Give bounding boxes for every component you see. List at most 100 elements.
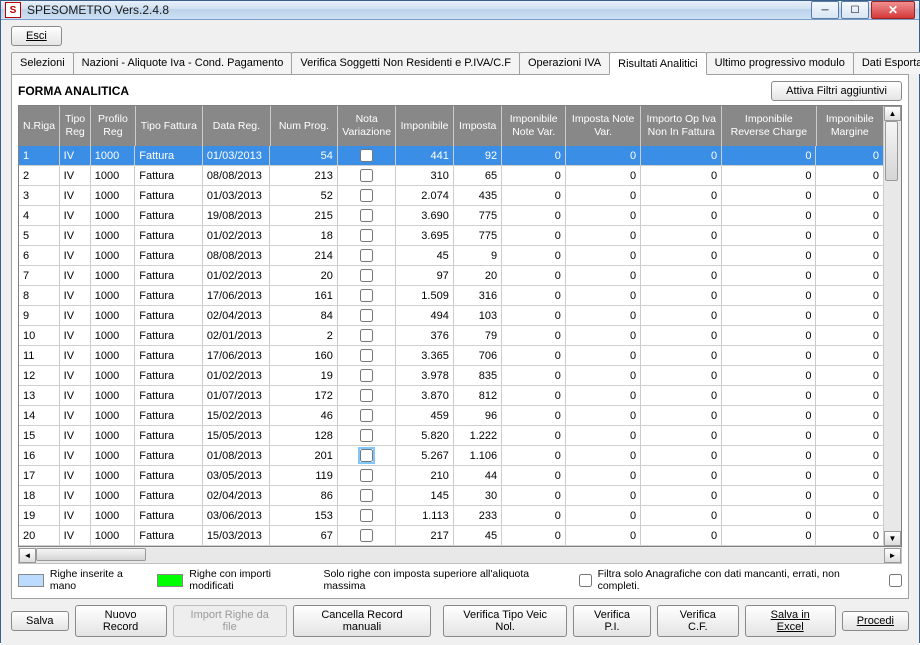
salva-excel-button[interactable]: Salva in Excel — [745, 605, 836, 637]
table-row[interactable]: 7IV1000Fattura01/02/201320972000000 — [19, 266, 884, 286]
nota-variazione-checkbox[interactable] — [360, 369, 373, 382]
table-row[interactable]: 8IV1000Fattura17/06/20131611.50931600000 — [19, 286, 884, 306]
tab-2[interactable]: Verifica Soggetti Non Residenti e P.IVA/… — [291, 52, 520, 74]
col-header-0[interactable]: N.Riga — [19, 106, 60, 146]
tab-1[interactable]: Nazioni - Aliquote Iva - Cond. Pagamento — [73, 52, 293, 74]
table-row[interactable]: 1IV1000Fattura01/03/2013544419200000 — [19, 146, 884, 166]
col-header-1[interactable]: Tipo Reg — [60, 106, 91, 146]
nota-variazione-checkbox[interactable] — [360, 469, 373, 482]
table-row[interactable]: 17IV1000Fattura03/05/20131192104400000 — [19, 466, 884, 486]
cell: 0 — [502, 286, 566, 305]
table-row[interactable]: 16IV1000Fattura01/08/20132015.2671.10600… — [19, 446, 884, 466]
cell: 0 — [641, 346, 722, 365]
salva-button[interactable]: Salva — [11, 611, 69, 631]
nota-variazione-checkbox[interactable] — [360, 529, 373, 542]
nota-variazione-checkbox[interactable] — [360, 449, 373, 462]
esci-button[interactable]: Esci — [11, 26, 62, 46]
col-header-9[interactable]: Imponibile Note Var. — [502, 106, 566, 146]
vertical-scrollbar[interactable]: ▲ ▼ — [884, 106, 901, 546]
verifica-tipo-button[interactable]: Verifica Tipo Veic Nol. — [443, 605, 567, 637]
maximize-button[interactable]: ☐ — [841, 1, 869, 19]
table-row[interactable]: 2IV1000Fattura08/08/20132133106500000 — [19, 166, 884, 186]
col-header-4[interactable]: Data Reg. — [203, 106, 271, 146]
attiva-filtri-button[interactable]: Attiva Filtri aggiuntivi — [771, 81, 902, 101]
nuovo-record-button[interactable]: Nuovo Record — [75, 605, 167, 637]
col-header-10[interactable]: Imposta Note Var. — [566, 106, 641, 146]
col-header-7[interactable]: Imponibile — [396, 106, 454, 146]
verifica-cf-button[interactable]: Verifica C.F. — [657, 605, 739, 637]
nota-variazione-checkbox[interactable] — [360, 309, 373, 322]
table-row[interactable]: 10IV1000Fattura02/01/201323767900000 — [19, 326, 884, 346]
table-row[interactable]: 20IV1000Fattura15/03/2013672174500000 — [19, 526, 884, 546]
table-row[interactable]: 4IV1000Fattura19/08/20132153.69077500000 — [19, 206, 884, 226]
scroll-down-icon[interactable]: ▼ — [884, 531, 901, 546]
cell: 01/02/2013 — [203, 366, 271, 385]
nota-variazione-checkbox[interactable] — [360, 169, 373, 182]
col-header-8[interactable]: Imposta — [454, 106, 502, 146]
cell: 02/04/2013 — [203, 486, 271, 505]
table-row[interactable]: 11IV1000Fattura17/06/20131603.3657060000… — [19, 346, 884, 366]
nota-variazione-checkbox[interactable] — [360, 389, 373, 402]
cell: 0 — [566, 286, 641, 305]
nota-variazione-checkbox[interactable] — [360, 229, 373, 242]
scroll-up-icon[interactable]: ▲ — [884, 106, 901, 121]
cell: 0 — [641, 306, 722, 325]
table-row[interactable]: 15IV1000Fattura15/05/20131285.8201.22200… — [19, 426, 884, 446]
cell: 1000 — [91, 166, 136, 185]
cell: IV — [60, 326, 91, 345]
col-header-13[interactable]: Imponibile Margine — [817, 106, 884, 146]
table-row[interactable]: 5IV1000Fattura01/02/2013183.69577500000 — [19, 226, 884, 246]
verifica-pi-button[interactable]: Verifica P.I. — [573, 605, 651, 637]
nota-variazione-checkbox[interactable] — [360, 209, 373, 222]
tab-5[interactable]: Ultimo progressivo modulo — [706, 52, 854, 74]
grid-body[interactable]: 1IV1000Fattura01/03/20135444192000002IV1… — [19, 146, 884, 546]
col-header-5[interactable]: Num Prog. — [271, 106, 339, 146]
tab-4[interactable]: Risultati Analitici — [609, 52, 706, 75]
nota-variazione-checkbox[interactable] — [360, 289, 373, 302]
nota-variazione-checkbox[interactable] — [360, 269, 373, 282]
filter-anag-checkbox[interactable] — [889, 574, 902, 587]
nota-variazione-checkbox[interactable] — [360, 329, 373, 342]
tab-3[interactable]: Operazioni IVA — [519, 52, 610, 74]
horizontal-scrollbar[interactable]: ◄ ► — [18, 547, 902, 564]
only-rows-checkbox[interactable] — [579, 574, 592, 587]
tab-6[interactable]: Dati Esportaz — [853, 52, 920, 74]
close-button[interactable]: ✕ — [871, 1, 915, 19]
col-header-12[interactable]: Imponibile Reverse Charge — [722, 106, 816, 146]
scroll-right-icon[interactable]: ► — [884, 548, 901, 563]
col-header-2[interactable]: Profilo Reg — [91, 106, 135, 146]
table-row[interactable]: 6IV1000Fattura08/08/201321445900000 — [19, 246, 884, 266]
cell: IV — [60, 226, 91, 245]
scroll-left-icon[interactable]: ◄ — [19, 548, 36, 563]
nota-variazione-checkbox[interactable] — [360, 149, 373, 162]
table-row[interactable]: 9IV1000Fattura02/04/20138449410300000 — [19, 306, 884, 326]
table-row[interactable]: 14IV1000Fattura15/02/2013464599600000 — [19, 406, 884, 426]
procedi-button[interactable]: Procedi — [842, 611, 909, 631]
table-row[interactable]: 18IV1000Fattura02/04/2013861453000000 — [19, 486, 884, 506]
cell: 1000 — [91, 446, 136, 465]
cell: 103 — [454, 306, 502, 325]
cell: 1000 — [91, 526, 136, 545]
esci-label: Esci — [26, 30, 47, 42]
minimize-button[interactable]: ─ — [811, 1, 839, 19]
nota-variazione-checkbox[interactable] — [360, 249, 373, 262]
table-row[interactable]: 3IV1000Fattura01/03/2013522.07443500000 — [19, 186, 884, 206]
col-header-11[interactable]: Importo Op Iva Non In Fattura — [641, 106, 722, 146]
cell: 1.113 — [396, 506, 454, 525]
nota-variazione-checkbox[interactable] — [360, 509, 373, 522]
table-row[interactable]: 13IV1000Fattura01/07/20131723.8708120000… — [19, 386, 884, 406]
nota-variazione-checkbox[interactable] — [360, 349, 373, 362]
cell: 13 — [19, 386, 60, 405]
table-row[interactable]: 19IV1000Fattura03/06/20131531.1132330000… — [19, 506, 884, 526]
data-grid[interactable]: N.RigaTipo RegProfilo RegTipo FatturaDat… — [18, 105, 902, 547]
cancella-record-button[interactable]: Cancella Record manuali — [293, 605, 431, 637]
nota-variazione-checkbox[interactable] — [360, 409, 373, 422]
nota-variazione-checkbox[interactable] — [360, 189, 373, 202]
col-header-3[interactable]: Tipo Fattura — [136, 106, 204, 146]
table-row[interactable]: 12IV1000Fattura01/02/2013193.97883500000 — [19, 366, 884, 386]
cell: Fattura — [135, 406, 203, 425]
nota-variazione-checkbox[interactable] — [360, 429, 373, 442]
nota-variazione-checkbox[interactable] — [360, 489, 373, 502]
col-header-6[interactable]: Nota Variazione — [338, 106, 396, 146]
tab-0[interactable]: Selezioni — [11, 52, 74, 74]
